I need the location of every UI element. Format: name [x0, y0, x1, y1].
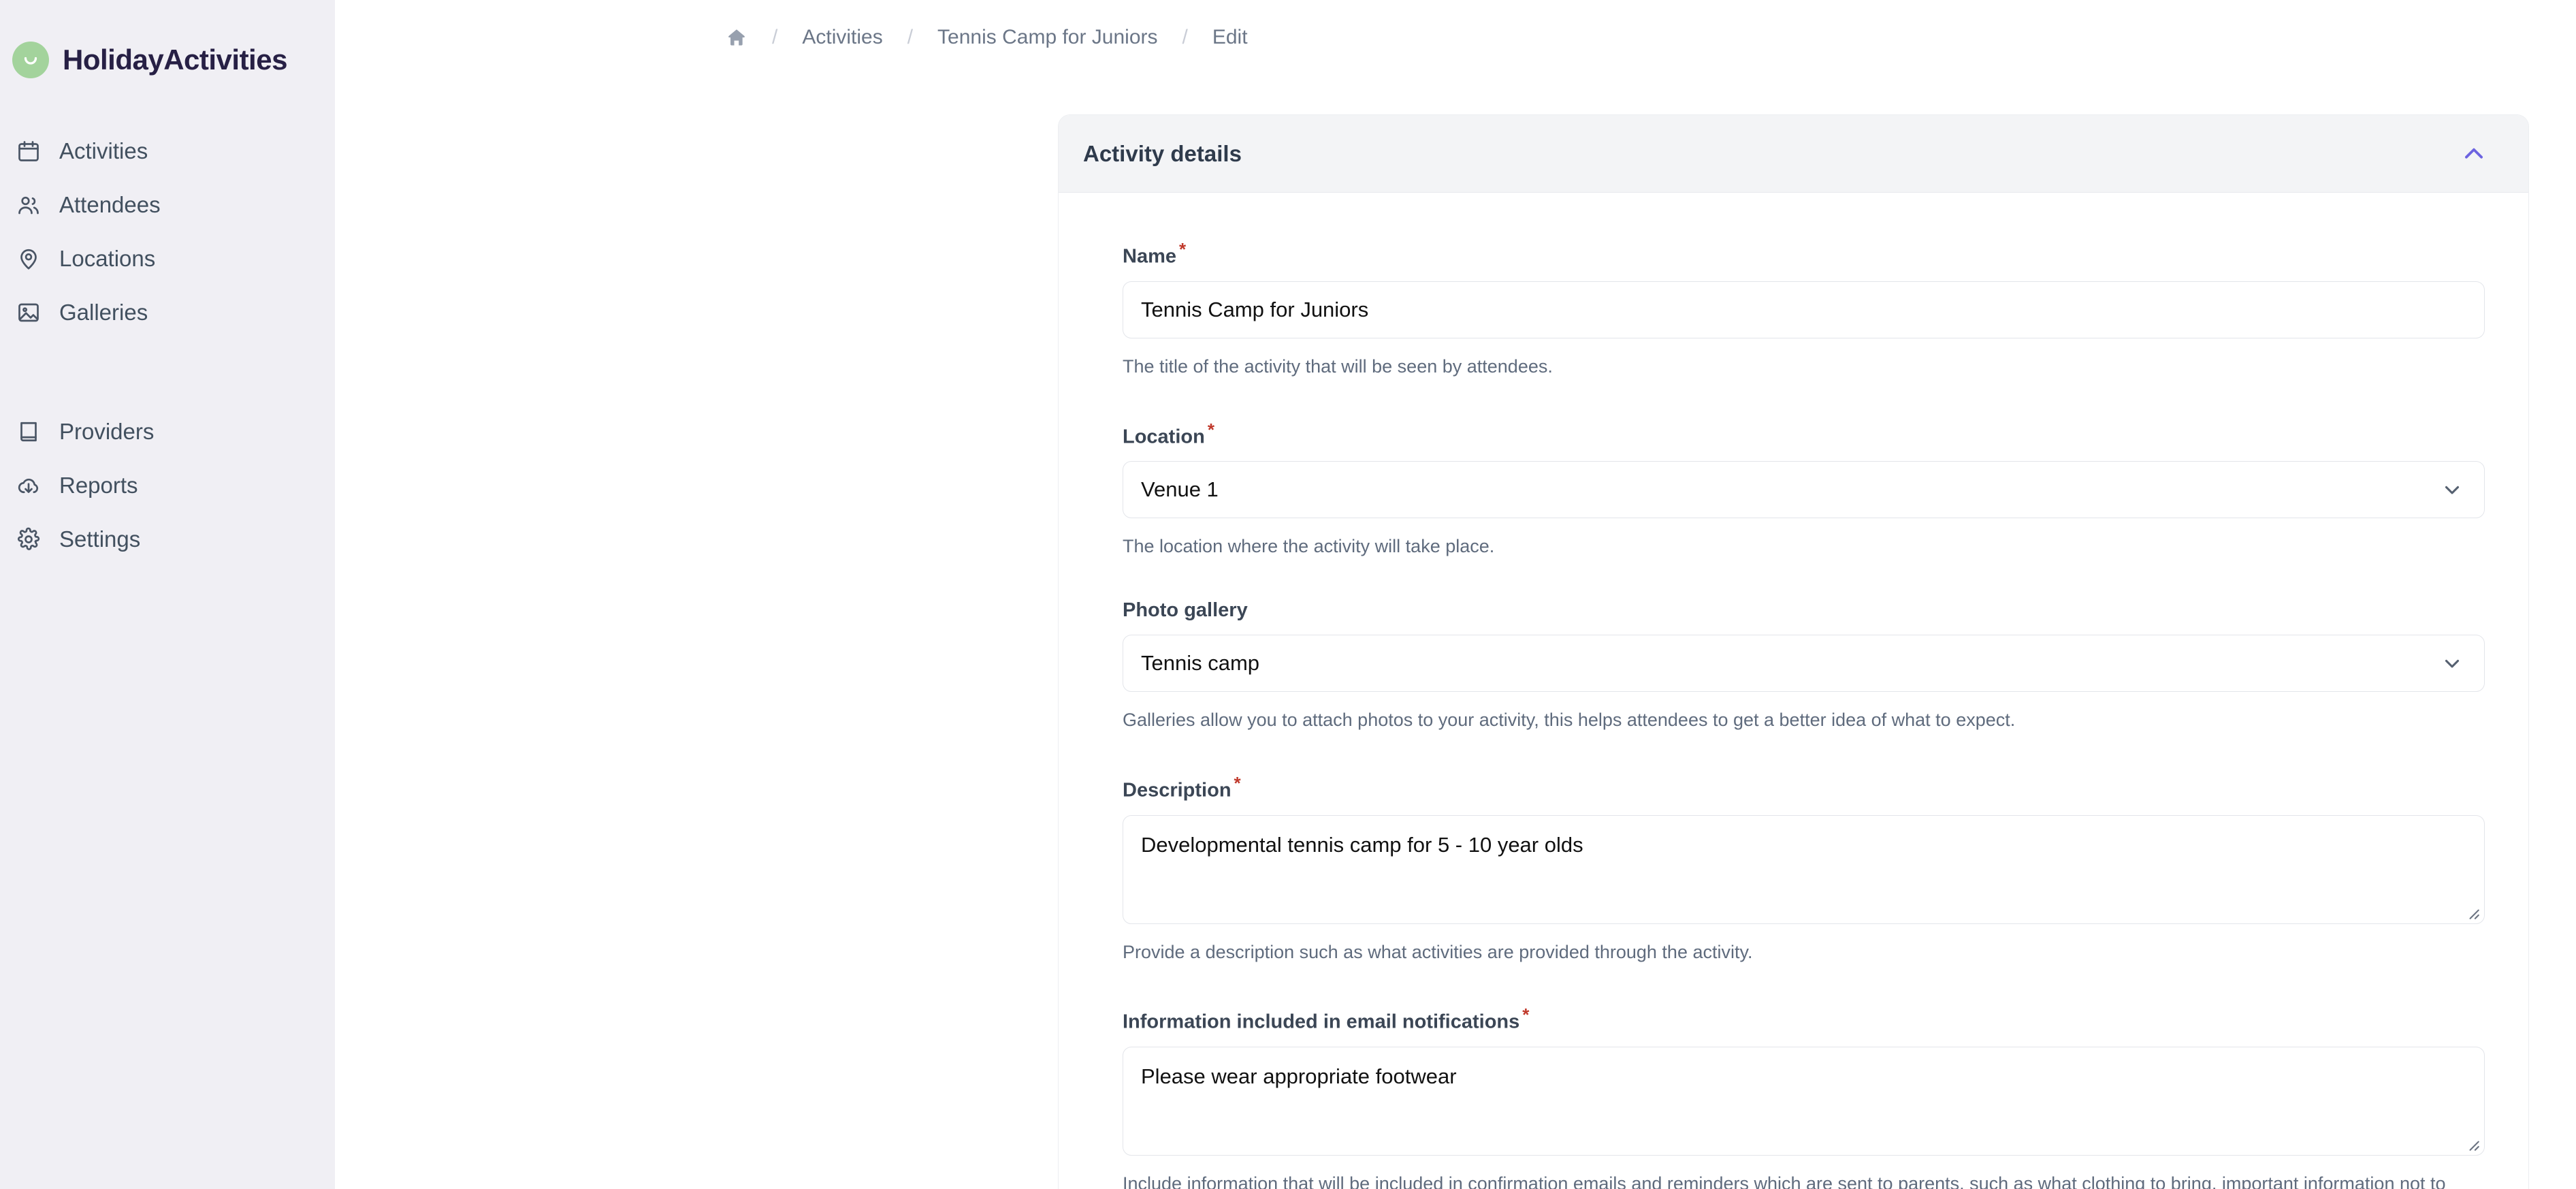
location-selected-value: Venue 1 — [1141, 477, 1219, 502]
smile-circle-icon — [12, 42, 49, 78]
field-description: Description* Provide a description such … — [1123, 774, 2485, 967]
name-label-text: Name — [1123, 245, 1176, 268]
sidebar-item-locations[interactable]: Locations — [0, 232, 335, 285]
location-label: Location * — [1123, 421, 2464, 447]
main-content: / Activities / Tennis Camp for Juniors /… — [335, 0, 2576, 1189]
card-body: Name* The title of the activity that wil… — [1059, 193, 2528, 1189]
activity-details-card: Activity details Name* The title of the … — [1058, 114, 2529, 1189]
map-pin-icon — [15, 245, 42, 272]
email-info-textarea[interactable] — [1123, 1047, 2485, 1156]
name-label: Name * — [1123, 240, 2464, 267]
chevron-up-icon[interactable] — [2455, 135, 2493, 173]
sidebar-nav-primary: Activities Attendees Locations Galleries — [0, 124, 335, 339]
image-icon — [15, 299, 42, 326]
field-email-info: Information included in email notificati… — [1123, 1006, 2485, 1189]
photo-gallery-label-text: Photo gallery — [1123, 599, 1248, 621]
cloud-download-icon — [15, 472, 42, 499]
sidebar-item-label: Galleries — [59, 299, 148, 325]
sidebar-item-label: Activities — [59, 138, 148, 163]
breadcrumb-separator: / — [907, 26, 914, 48]
field-name: Name* The title of the activity that wil… — [1123, 240, 2485, 381]
email-info-label-text: Information included in email notificati… — [1123, 1011, 1520, 1033]
sidebar-item-galleries[interactable]: Galleries — [0, 285, 335, 339]
sidebar-nav-secondary: Providers Reports Settings — [0, 405, 335, 566]
sidebar-item-reports[interactable]: Reports — [0, 458, 335, 512]
required-marker: * — [1207, 419, 1214, 440]
home-icon[interactable] — [726, 27, 747, 48]
brand-name: HolidayActivities — [63, 44, 287, 76]
location-helper-text: The location where the activity will tak… — [1123, 536, 1495, 557]
breadcrumb-separator: / — [772, 26, 778, 48]
users-icon — [15, 191, 42, 219]
field-location: Location * Venue 1 The location where the… — [1123, 421, 2485, 562]
photo-gallery-select[interactable]: Tennis camp — [1123, 635, 2485, 692]
photo-gallery-helper-text: Galleries allow you to attach photos to … — [1123, 710, 2016, 730]
sidebar-item-activities[interactable]: Activities — [0, 124, 335, 178]
sidebar-item-label: Attendees — [59, 191, 161, 217]
breadcrumb-separator: / — [1182, 26, 1188, 48]
required-marker: * — [1522, 1004, 1530, 1026]
name-input[interactable] — [1123, 281, 2485, 338]
description-helper-text: Provide a description such as what activ… — [1123, 941, 1753, 962]
description-label-text: Description — [1123, 779, 1231, 802]
email-info-textarea-wrap — [1123, 1047, 2485, 1156]
sidebar-item-label: Locations — [59, 245, 156, 271]
sidebar-item-label: Reports — [59, 472, 138, 498]
app-root: HolidayActivities Activities Attendees L… — [0, 0, 2576, 1189]
location-label-text: Location — [1123, 426, 1205, 448]
sidebar-item-providers[interactable]: Providers — [0, 405, 335, 458]
sidebar: HolidayActivities Activities Attendees L… — [0, 0, 335, 1189]
location-select[interactable]: Venue 1 — [1123, 461, 2485, 519]
photo-gallery-selected-value: Tennis camp — [1141, 651, 1260, 675]
gear-icon — [15, 526, 42, 553]
card-header[interactable]: Activity details — [1059, 115, 2528, 193]
description-label: Description * — [1123, 774, 2464, 801]
field-photo-gallery: Photo gallery Tennis camp Galleries allo… — [1123, 601, 2485, 735]
description-textarea[interactable] — [1123, 814, 2485, 924]
breadcrumb: / Activities / Tennis Camp for Juniors /… — [335, 0, 2576, 52]
email-info-label: Information included in email notificati… — [1123, 1006, 2464, 1032]
calendar-icon — [15, 138, 42, 165]
book-icon — [15, 418, 42, 445]
sidebar-item-label: Settings — [59, 526, 141, 552]
email-info-helper-text: Include information that will be include… — [1123, 1173, 2446, 1189]
breadcrumb-item-edit[interactable]: Edit — [1212, 26, 1248, 49]
name-helper-text: The title of the activity that will be s… — [1123, 355, 1553, 377]
sidebar-item-settings[interactable]: Settings — [0, 512, 335, 566]
sidebar-item-label: Providers — [59, 418, 155, 444]
breadcrumb-item-activity-name[interactable]: Tennis Camp for Juniors — [937, 26, 1157, 49]
photo-gallery-label: Photo gallery — [1123, 601, 2464, 620]
required-marker: * — [1179, 239, 1187, 259]
page-title: Activity details — [1083, 140, 1242, 166]
brand[interactable]: HolidayActivities — [0, 27, 335, 93]
breadcrumb-item-activities[interactable]: Activities — [802, 26, 882, 49]
required-marker: * — [1234, 772, 1241, 793]
description-textarea-wrap — [1123, 814, 2485, 924]
chevron-down-icon — [2441, 478, 2464, 501]
chevron-down-icon — [2441, 652, 2464, 675]
sidebar-item-attendees[interactable]: Attendees — [0, 178, 335, 232]
